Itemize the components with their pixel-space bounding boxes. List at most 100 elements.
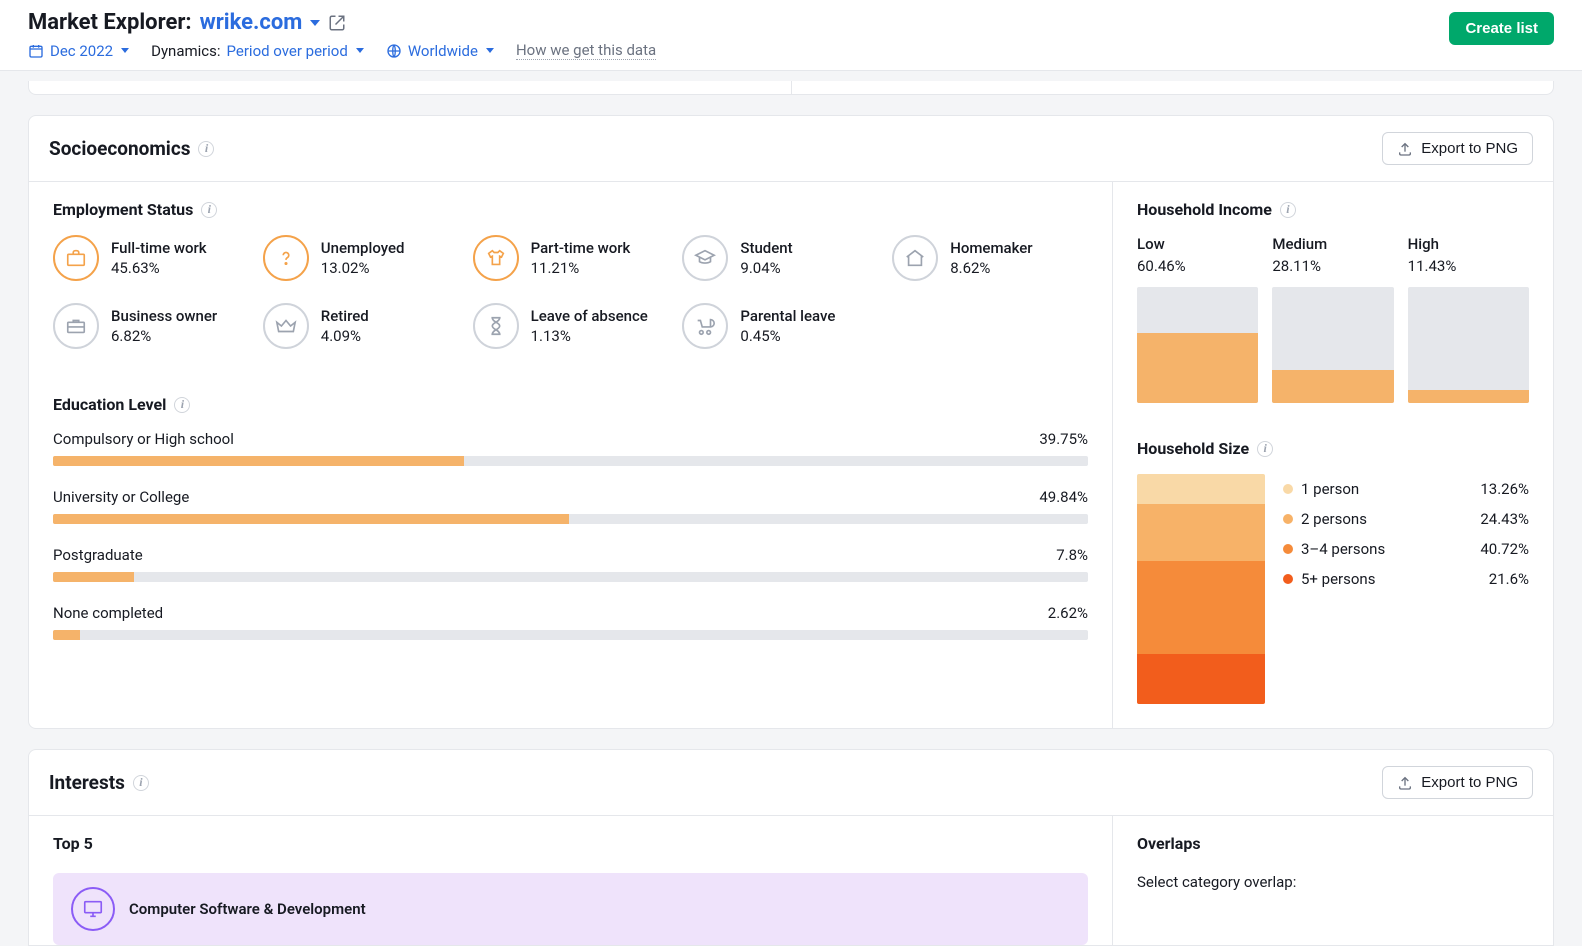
employment-name: Part-time work <box>531 239 631 257</box>
household-value: 13.26% <box>1480 480 1529 498</box>
employment-value: 1.13% <box>531 327 648 345</box>
chevron-down-icon <box>486 48 494 53</box>
socioeconomics-title-text: Socioeconomics <box>49 137 190 160</box>
employment-value: 45.63% <box>111 259 207 277</box>
stroller-icon <box>682 303 728 349</box>
info-icon[interactable]: i <box>198 141 214 157</box>
export-png-button[interactable]: Export to PNG <box>1382 766 1533 799</box>
dynamics-filter[interactable]: Dynamics: Period over period <box>151 42 364 60</box>
education-bar <box>53 456 1088 466</box>
income-label: Low <box>1137 235 1258 253</box>
household-size-chart <box>1137 474 1265 704</box>
top5-title: Top 5 <box>53 834 1088 853</box>
page-title-prefix: Market Explorer: <box>28 10 192 35</box>
income-value: 60.46% <box>1137 257 1258 275</box>
household-value: 40.72% <box>1480 540 1529 558</box>
crown-icon <box>263 303 309 349</box>
briefcase-icon <box>53 235 99 281</box>
household-label: 5+ persons <box>1301 570 1375 588</box>
employment-item: Leave of absence 1.13% <box>473 303 669 349</box>
employment-item: Homemaker 8.62% <box>892 235 1088 281</box>
employment-item: Part-time work 11.21% <box>473 235 669 281</box>
employment-name: Student <box>740 239 792 257</box>
education-label: None completed <box>53 604 163 622</box>
employment-value: 9.04% <box>740 259 792 277</box>
export-label: Export to PNG <box>1421 140 1518 157</box>
socioeconomics-card: Socioeconomics i Export to PNG Employmen… <box>28 115 1554 729</box>
employment-name: Leave of absence <box>531 307 648 325</box>
chevron-down-icon <box>356 48 364 53</box>
info-icon[interactable]: i <box>1257 441 1273 457</box>
legend-dot-icon <box>1283 544 1293 554</box>
employment-value: 8.62% <box>950 259 1032 277</box>
education-bar <box>53 630 1088 640</box>
income-column: Medium 28.11% <box>1272 235 1393 403</box>
chevron-down-icon <box>310 20 320 26</box>
household-income-title: Household Income i <box>1137 200 1296 219</box>
education-label: Compulsory or High school <box>53 430 234 448</box>
education-bar <box>53 572 1088 582</box>
household-label: 2 persons <box>1301 510 1367 528</box>
employment-value: 0.45% <box>740 327 835 345</box>
education-label: University or College <box>53 488 189 506</box>
date-filter-value: Dec 2022 <box>50 42 113 60</box>
dynamics-value: Period over period <box>227 42 348 60</box>
income-bar <box>1408 287 1529 403</box>
education-row: University or College 49.84% <box>53 488 1088 524</box>
previous-card-stub <box>28 81 1554 95</box>
education-row: Postgraduate 7.8% <box>53 546 1088 582</box>
household-legend-row: 1 person 13.26% <box>1283 474 1529 504</box>
hourglass-icon <box>473 303 519 349</box>
education-label: Postgraduate <box>53 546 143 564</box>
how-we-get-data-link[interactable]: How we get this data <box>516 41 656 60</box>
education-value: 39.75% <box>1039 430 1088 448</box>
employment-item: Parental leave 0.45% <box>682 303 878 349</box>
household-legend-row: 2 persons 24.43% <box>1283 504 1529 534</box>
create-list-button[interactable]: Create list <box>1449 12 1554 45</box>
employment-name: Parental leave <box>740 307 835 325</box>
employment-item: Retired 4.09% <box>263 303 459 349</box>
income-label: High <box>1408 235 1529 253</box>
employment-value: 13.02% <box>321 259 405 277</box>
region-value: Worldwide <box>408 42 478 60</box>
employment-value: 11.21% <box>531 259 631 277</box>
info-icon[interactable]: i <box>1280 202 1296 218</box>
household-value: 21.6% <box>1489 570 1529 588</box>
education-level-title: Education Level i <box>53 395 190 414</box>
employment-item: Business owner 6.82% <box>53 303 249 349</box>
info-icon[interactable]: i <box>133 775 149 791</box>
date-filter[interactable]: Dec 2022 <box>28 42 129 60</box>
info-icon[interactable]: i <box>174 397 190 413</box>
income-column: High 11.43% <box>1408 235 1529 403</box>
info-icon[interactable]: i <box>201 202 217 218</box>
household-segment <box>1137 654 1265 704</box>
employment-name: Full-time work <box>111 239 207 257</box>
interest-name: Computer Software & Development <box>129 900 366 918</box>
export-png-button[interactable]: Export to PNG <box>1382 132 1533 165</box>
region-filter[interactable]: Worldwide <box>386 42 494 60</box>
socioeconomics-title: Socioeconomics i <box>49 137 214 160</box>
employment-item: Student 9.04% <box>682 235 878 281</box>
domain-selector[interactable]: wrike.com <box>200 10 321 35</box>
employment-value: 6.82% <box>111 327 217 345</box>
legend-dot-icon <box>1283 574 1293 584</box>
household-segment <box>1137 504 1265 560</box>
household-segment <box>1137 474 1265 504</box>
gradcap-icon <box>682 235 728 281</box>
employment-name: Homemaker <box>950 239 1032 257</box>
employment-name: Retired <box>321 307 369 325</box>
employment-item: Unemployed 13.02% <box>263 235 459 281</box>
chevron-down-icon <box>121 48 129 53</box>
monitor-icon <box>71 887 115 931</box>
employment-name: Business owner <box>111 307 217 325</box>
income-bar <box>1272 287 1393 403</box>
education-row: None completed 2.62% <box>53 604 1088 640</box>
interests-title: Interests i <box>49 771 149 794</box>
external-link-icon[interactable] <box>328 14 346 32</box>
employment-name: Unemployed <box>321 239 405 257</box>
domain-name: wrike.com <box>200 10 303 35</box>
employment-status-title: Employment Status i <box>53 200 217 219</box>
household-value: 24.43% <box>1480 510 1529 528</box>
export-label: Export to PNG <box>1421 774 1518 791</box>
education-row: Compulsory or High school 39.75% <box>53 430 1088 466</box>
